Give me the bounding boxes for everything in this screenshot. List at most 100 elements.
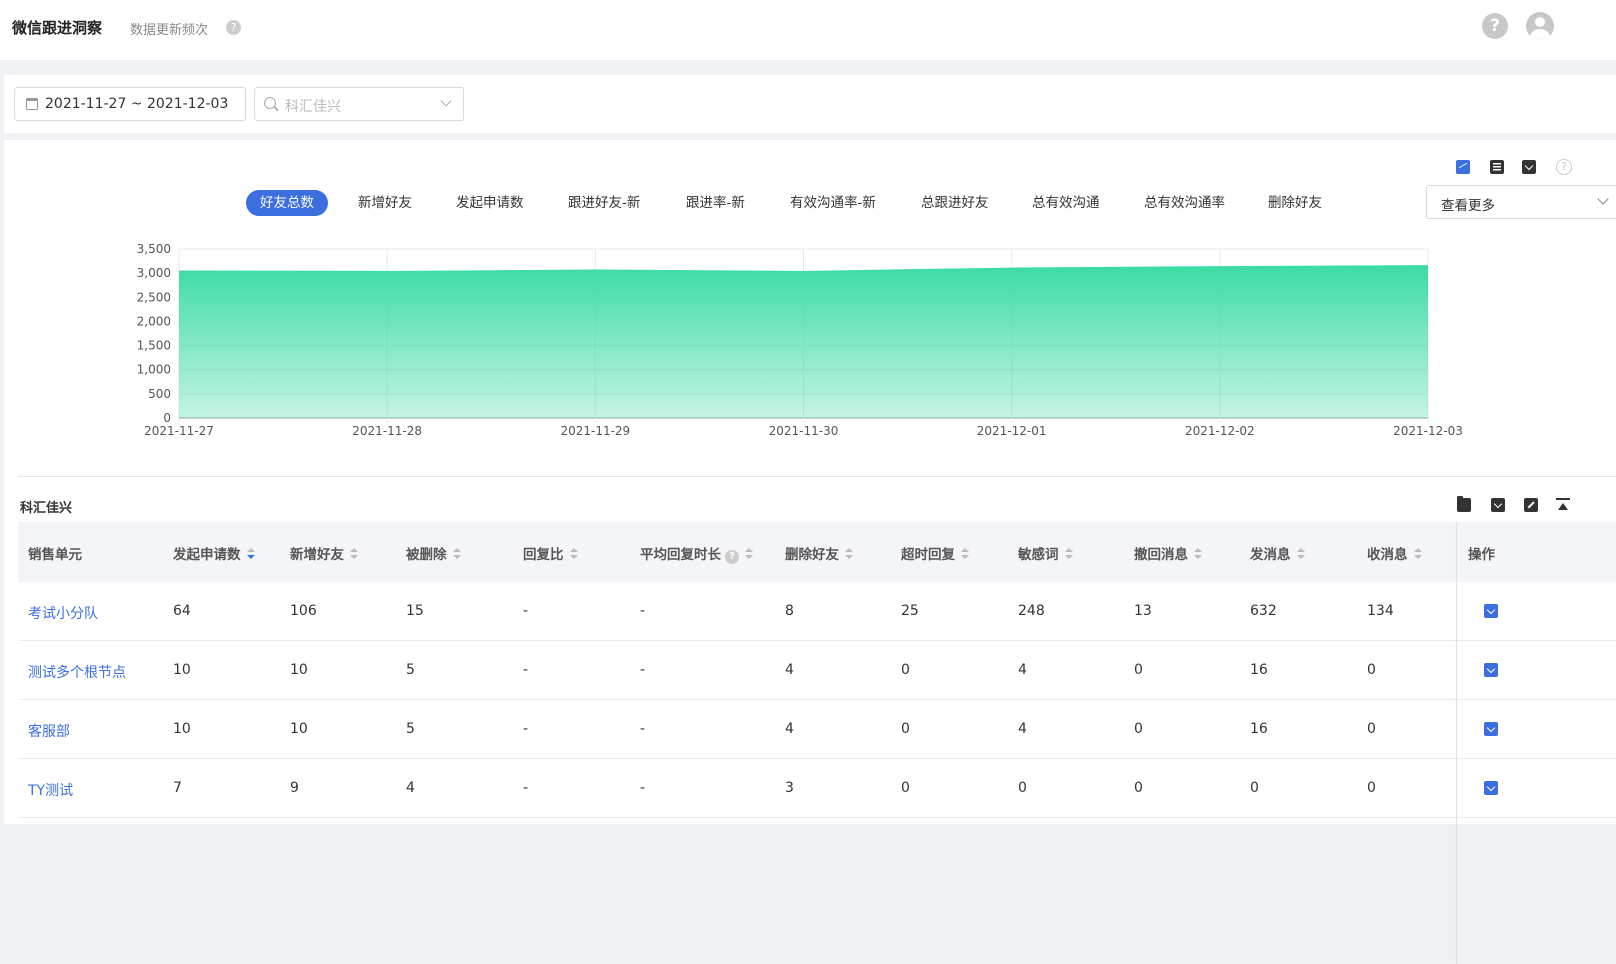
tab-effective-rate-new[interactable]: 有效沟通率-新 bbox=[790, 190, 876, 216]
row-download-icon[interactable] bbox=[1484, 663, 1498, 677]
tab-total-friends[interactable]: 好友总数 bbox=[246, 190, 328, 216]
table-cell: 7 bbox=[173, 780, 182, 796]
table-cell: - bbox=[523, 662, 529, 678]
sort-icon[interactable] bbox=[1064, 548, 1073, 560]
table-cell: - bbox=[523, 780, 529, 796]
y-tick-label: 500 bbox=[148, 387, 171, 401]
sales-unit-link[interactable]: 考试小分队 bbox=[28, 603, 98, 623]
tab-requests[interactable]: 发起申请数 bbox=[456, 190, 524, 216]
collapse-top-icon[interactable] bbox=[1556, 498, 1570, 512]
y-tick-label: 1,500 bbox=[137, 339, 171, 353]
sort-icon[interactable] bbox=[1194, 548, 1202, 560]
row-download-icon[interactable] bbox=[1484, 722, 1498, 736]
sort-icon[interactable] bbox=[569, 548, 578, 560]
sales-unit-link[interactable]: 客服部 bbox=[28, 721, 70, 741]
help-icon[interactable]: ? bbox=[725, 550, 739, 564]
table-cell: - bbox=[640, 721, 646, 737]
sort-icon[interactable] bbox=[845, 548, 853, 560]
table-cell: 0 bbox=[1134, 662, 1143, 678]
table-cell: - bbox=[640, 603, 646, 619]
tab-deleted-friends[interactable]: 删除好友 bbox=[1268, 190, 1322, 216]
row-download-icon[interactable] bbox=[1484, 604, 1498, 618]
table-cell: 9 bbox=[290, 780, 299, 796]
table-cell: 10 bbox=[173, 662, 191, 678]
col-reply-ratio[interactable]: 回复比 bbox=[523, 543, 578, 563]
table-cell: 0 bbox=[1250, 780, 1259, 796]
tab-total-effective-rate[interactable]: 总有效沟通率 bbox=[1144, 190, 1225, 216]
col-sensitive-words[interactable]: 敏感词 bbox=[1018, 543, 1073, 563]
x-tick-label: 2021-11-28 bbox=[352, 424, 422, 438]
col-new-friends[interactable]: 新增好友 bbox=[290, 543, 358, 563]
table-row: TY测试 7 9 4 - - 3 0 0 0 0 0 bbox=[18, 759, 1616, 818]
table-row: 考试小分队 64 106 15 - - 8 25 248 13 632 134 bbox=[18, 582, 1616, 641]
col-actions: 操作 bbox=[1468, 547, 1495, 563]
row-download-icon[interactable] bbox=[1484, 781, 1498, 795]
table-cell: 4 bbox=[1018, 662, 1027, 678]
sales-unit-link[interactable]: 测试多个根节点 bbox=[28, 662, 126, 682]
table-cell: 10 bbox=[173, 721, 191, 737]
download-icon[interactable] bbox=[1522, 160, 1536, 174]
sales-unit-link[interactable]: TY测试 bbox=[28, 780, 73, 800]
col-delete-friends[interactable]: 删除好友 bbox=[785, 543, 853, 563]
chart-help-icon[interactable]: ? bbox=[1556, 159, 1572, 175]
chevron-down-icon bbox=[440, 95, 452, 107]
tab-followed-new[interactable]: 跟进好友-新 bbox=[568, 190, 640, 216]
col-timeout-reply[interactable]: 超时回复 bbox=[901, 543, 969, 563]
date-range-picker[interactable]: 2021-11-27 ~ 2021-12-03 bbox=[14, 87, 246, 121]
sort-icon[interactable] bbox=[452, 548, 461, 560]
sort-icon[interactable] bbox=[1413, 548, 1422, 560]
x-tick-label: 2021-12-03 bbox=[1393, 424, 1463, 438]
help-icon[interactable]: ? bbox=[1482, 13, 1508, 39]
col-received[interactable]: 收消息 bbox=[1367, 543, 1422, 563]
search-icon bbox=[264, 97, 276, 109]
view-more-select[interactable]: 查看更多 bbox=[1426, 185, 1616, 219]
line-chart-view-icon[interactable] bbox=[1456, 160, 1470, 174]
sort-icon[interactable] bbox=[745, 548, 753, 560]
sort-icon[interactable] bbox=[1296, 548, 1305, 560]
sort-icon[interactable] bbox=[350, 548, 358, 560]
table-title: 科汇佳兴 bbox=[20, 501, 73, 516]
folder-export-icon[interactable] bbox=[1457, 496, 1471, 512]
chevron-down-icon bbox=[1597, 193, 1609, 205]
col-deleted-by[interactable]: 被删除 bbox=[406, 543, 461, 563]
table-cell: 0 bbox=[1018, 780, 1027, 796]
y-tick-label: 3,500 bbox=[137, 242, 171, 256]
calendar-icon bbox=[26, 98, 38, 110]
edit-icon[interactable] bbox=[1524, 498, 1538, 512]
table-row: 测试多个根节点 10 10 5 - - 4 0 4 0 16 0 bbox=[18, 641, 1616, 700]
table-view-icon[interactable] bbox=[1490, 160, 1504, 174]
tab-total-followed[interactable]: 总跟进好友 bbox=[921, 190, 989, 216]
col-sales-unit: 销售单元 bbox=[28, 547, 82, 563]
tab-follow-rate-new[interactable]: 跟进率-新 bbox=[686, 190, 745, 216]
user-avatar-icon[interactable] bbox=[1526, 12, 1554, 40]
tab-new-friends[interactable]: 新增好友 bbox=[358, 190, 412, 216]
table-cell: 25 bbox=[901, 603, 919, 619]
col-recalled[interactable]: 撤回消息 bbox=[1134, 543, 1202, 563]
x-tick-label: 2021-11-27 bbox=[144, 424, 214, 438]
area-series-fill bbox=[179, 265, 1428, 418]
table-cell: 15 bbox=[406, 603, 424, 619]
col-requests[interactable]: 发起申请数 bbox=[173, 543, 255, 563]
table-cell: 0 bbox=[1367, 780, 1376, 796]
table-cell: 0 bbox=[901, 662, 910, 678]
tab-total-effective[interactable]: 总有效沟通 bbox=[1032, 190, 1100, 216]
table-cell: 4 bbox=[1018, 721, 1027, 737]
download-icon[interactable] bbox=[1491, 498, 1505, 512]
table-cell: 4 bbox=[406, 780, 415, 796]
table-cell: 4 bbox=[785, 662, 794, 678]
table-cell: 10 bbox=[290, 662, 308, 678]
y-tick-label: 0 bbox=[163, 411, 171, 425]
x-tick-label: 2021-12-02 bbox=[1185, 424, 1255, 438]
sort-icon[interactable] bbox=[961, 548, 969, 560]
sort-icon[interactable] bbox=[246, 548, 255, 560]
update-frequency-label: 数据更新频次 bbox=[130, 23, 209, 38]
col-sent[interactable]: 发消息 bbox=[1250, 543, 1305, 563]
table-cell: 3 bbox=[785, 780, 794, 796]
col-avg-reply-time[interactable]: 平均回复时长? bbox=[640, 543, 753, 564]
table-cell: 13 bbox=[1134, 603, 1152, 619]
frequency-help-icon[interactable]: ? bbox=[226, 20, 241, 35]
org-select[interactable]: 科汇佳兴 bbox=[254, 87, 464, 121]
table-cell: 0 bbox=[1367, 662, 1376, 678]
y-tick-label: 2,000 bbox=[137, 314, 171, 328]
page-title: 微信跟进洞察 bbox=[12, 19, 103, 37]
